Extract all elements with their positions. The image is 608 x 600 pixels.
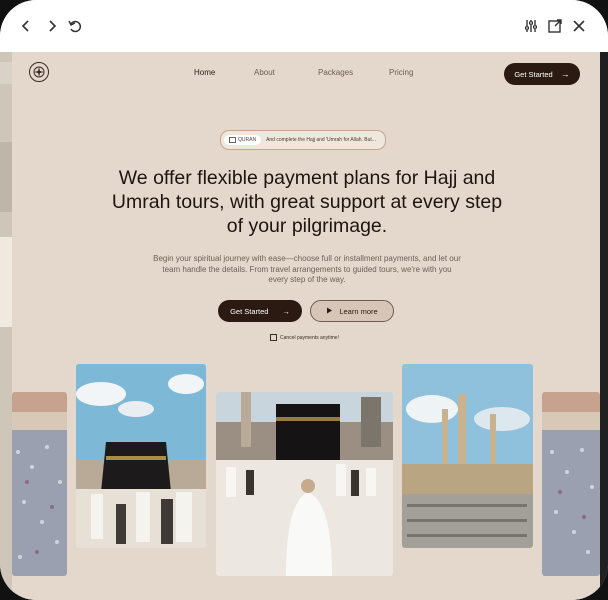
chevron-left-icon[interactable]: [18, 18, 34, 34]
quran-tag-label: QURAN: [238, 137, 257, 143]
crowd-photo: [542, 392, 600, 576]
reload-icon[interactable]: [67, 18, 83, 34]
close-icon[interactable]: [571, 18, 587, 34]
chevron-right-icon[interactable]: [44, 18, 60, 34]
website-page: Home About Packages Pricing Get Started …: [12, 52, 600, 600]
get-started-button[interactable]: Get Started →: [218, 300, 302, 322]
get-started-nav-button[interactable]: Get Started →: [504, 63, 580, 85]
quran-tag: QURAN: [224, 135, 262, 145]
play-icon: [326, 307, 333, 316]
cancel-note: Cancel payments anytime!: [270, 334, 339, 341]
crowd-photo: [12, 392, 67, 576]
calendar-icon: [270, 334, 277, 341]
browser-toolbar: [0, 0, 608, 53]
hero-title: We offer flexible payment plans for Hajj…: [111, 167, 503, 237]
get-started-label: Get Started: [514, 69, 553, 79]
arrow-right-icon: →: [560, 69, 570, 79]
hero-subtitle: Begin your spiritual journey with ease—c…: [153, 254, 461, 284]
site-logo[interactable]: [29, 62, 49, 82]
kaaba-sky-photo: [76, 364, 206, 548]
nav-pricing[interactable]: Pricing: [389, 68, 413, 77]
mosque-minarets-photo: [402, 364, 533, 548]
browser-frame: Home About Packages Pricing Get Started …: [0, 0, 608, 600]
nav-about[interactable]: About: [254, 68, 275, 77]
nav-home[interactable]: Home: [194, 68, 215, 77]
learn-more-label: Learn more: [339, 306, 378, 316]
get-started-button-label: Get Started: [230, 306, 269, 316]
nav-packages[interactable]: Packages: [318, 68, 353, 77]
background-window-strip-right: [600, 52, 608, 600]
learn-more-button[interactable]: Learn more: [310, 300, 394, 322]
book-icon: [229, 137, 236, 143]
background-window-strip: [0, 52, 12, 600]
external-link-icon[interactable]: [547, 18, 563, 34]
sliders-icon[interactable]: [523, 18, 539, 34]
badge-text: And complete the Hajj and 'Umrah for All…: [266, 137, 376, 143]
kaaba-pilgrim-photo: [216, 392, 393, 576]
arrow-right-icon: →: [282, 306, 290, 316]
quran-badge: QURAN And complete the Hajj and 'Umrah f…: [220, 130, 386, 150]
cancel-note-text: Cancel payments anytime!: [280, 334, 339, 341]
